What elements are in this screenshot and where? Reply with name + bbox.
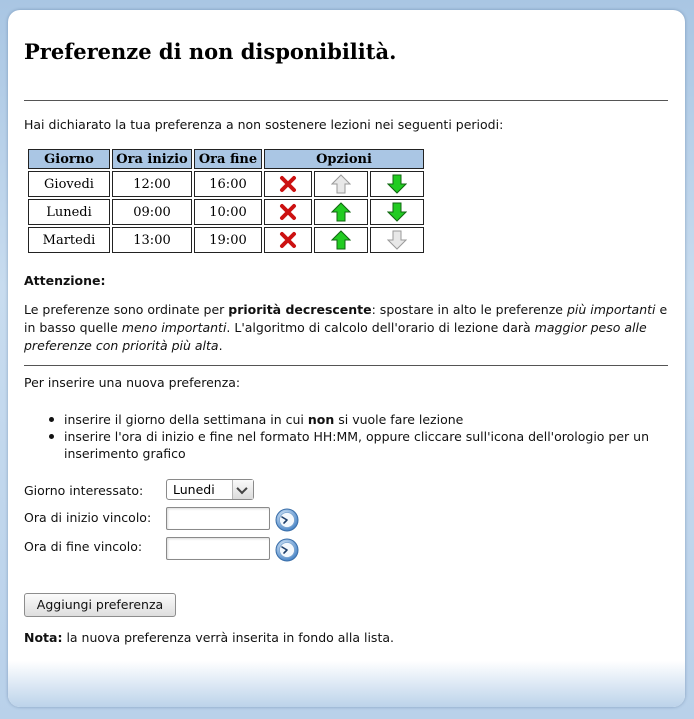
cell-end: 10:00 (194, 199, 262, 225)
cell-start: 09:00 (112, 199, 192, 225)
move-down-button[interactable] (370, 171, 424, 197)
table-row: Lunedi 09:00 10:00 (28, 199, 424, 225)
arrow-down-icon (387, 202, 407, 222)
delete-x-icon (280, 176, 296, 192)
delete-x-icon (280, 204, 296, 220)
cell-end: 16:00 (194, 171, 262, 197)
table-header-row: Giorno Ora inizio Ora fine Opzioni (28, 149, 424, 169)
attention-heading: Attenzione: (24, 272, 668, 290)
main-window: Preferenze di non disponibilità. Hai dic… (8, 10, 685, 707)
cell-start: 13:00 (112, 227, 192, 253)
attention-t1: Le preferenze sono ordinate per (24, 302, 229, 317)
attention-text: Le preferenze sono ordinate per priorità… (24, 301, 668, 355)
instructions-intro: Per inserire una nuova preferenza: (24, 375, 241, 390)
attention-t7: . L'algoritmo di calcolo dell'orario di … (226, 320, 535, 335)
bullet1-bold: non (307, 412, 335, 427)
note-label: Nota: (24, 630, 63, 645)
move-up-button[interactable] (314, 171, 368, 197)
header-day: Giorno (28, 149, 110, 169)
add-preference-button[interactable]: Aggiungi preferenza (24, 593, 176, 617)
end-time-input[interactable] (166, 537, 270, 560)
table-row: Martedi 13:00 19:00 (28, 227, 424, 253)
move-up-button[interactable] (314, 199, 368, 225)
note-body: la nuova preferenza verrà inserita in fo… (62, 630, 394, 645)
bullet1-pre: inserire il giorno della settimana in cu… (64, 412, 308, 427)
clock-icon[interactable] (275, 538, 299, 562)
delete-button[interactable] (264, 171, 312, 197)
list-item: inserire l'ora di inizio e fine nel form… (46, 428, 666, 462)
cell-day: Lunedi (28, 199, 110, 225)
preferences-table: Giorno Ora inizio Ora fine Opzioni Giove… (26, 147, 426, 255)
attention-t6: meno importanti (121, 320, 227, 335)
header-end: Ora fine (194, 149, 262, 169)
cell-start: 12:00 (112, 171, 192, 197)
end-time-label: Ora di fine vincolo: (24, 539, 143, 554)
attention-t3: : spostare in alto le preferenze (371, 302, 567, 317)
arrow-up-icon (331, 202, 351, 222)
header-options: Opzioni (264, 149, 424, 169)
header-start: Ora inizio (112, 149, 192, 169)
delete-x-icon (280, 232, 296, 248)
start-time-label: Ora di inizio vincolo: (24, 510, 152, 525)
arrow-down-icon (387, 174, 407, 194)
attention-t9: . (218, 338, 223, 353)
chevron-down-icon (232, 480, 253, 499)
arrow-up-icon (331, 174, 351, 194)
cell-end: 19:00 (194, 227, 262, 253)
bullet1-post: si vuole fare lezione (334, 412, 464, 427)
delete-button[interactable] (264, 227, 312, 253)
cell-day: Giovedi (28, 171, 110, 197)
footer-band (8, 661, 685, 707)
arrow-down-icon (387, 230, 407, 250)
move-up-button[interactable] (314, 227, 368, 253)
attention-label: Attenzione: (24, 273, 106, 288)
move-down-button[interactable] (370, 227, 424, 253)
cell-day: Martedi (28, 227, 110, 253)
list-item: inserire il giorno della settimana in cu… (46, 411, 666, 428)
note-text: Nota: la nuova preferenza verrà inserita… (24, 629, 668, 647)
day-select-value: Lunedi (173, 482, 215, 497)
attention-t2: priorità decrescente (228, 302, 372, 317)
intro-text: Hai dichiarato la tua preferenza a non s… (24, 117, 504, 132)
table-row: Giovedi 12:00 16:00 (28, 171, 424, 197)
page-title: Preferenze di non disponibilità. (24, 39, 397, 64)
arrow-up-icon (331, 230, 351, 250)
day-label: Giorno interessato: (24, 483, 144, 498)
instructions-list: inserire il giorno della settimana in cu… (46, 411, 666, 462)
move-down-button[interactable] (370, 199, 424, 225)
clock-icon[interactable] (275, 508, 299, 532)
delete-button[interactable] (264, 199, 312, 225)
day-select[interactable]: Lunedi (166, 479, 254, 500)
divider (24, 365, 668, 366)
divider (24, 100, 668, 101)
start-time-input[interactable] (166, 507, 270, 530)
attention-t4: più importanti (566, 302, 656, 317)
